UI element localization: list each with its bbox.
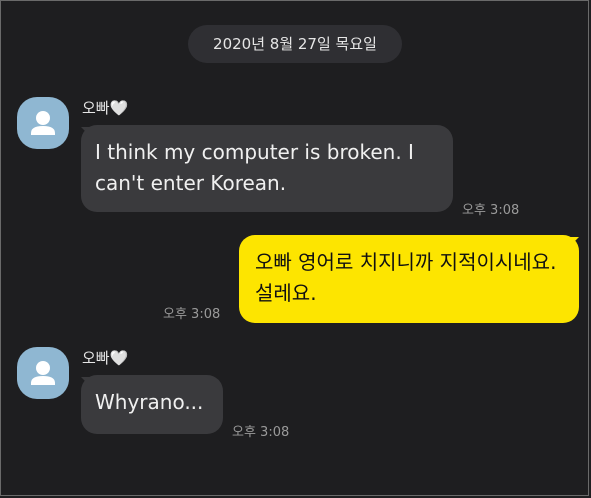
profile-avatar[interactable] xyxy=(17,347,69,399)
message-text: 오빠 영어로 치지니까 지적이시네요. 설레요. xyxy=(255,250,557,305)
message-time: 오후 3:08 xyxy=(232,425,290,440)
message-bubble-incoming[interactable]: Whyrano... xyxy=(81,375,223,434)
message-text: I think my computer is broken. I can't e… xyxy=(95,140,414,195)
sender-name: 오빠🤍 xyxy=(82,99,129,117)
default-profile-icon xyxy=(31,361,55,385)
message-text: Whyrano... xyxy=(95,390,204,414)
chat-window: 2020년 8월 27일 목요일 오빠🤍 I think my computer… xyxy=(0,0,589,496)
default-profile-icon xyxy=(31,111,55,135)
sender-name: 오빠🤍 xyxy=(82,349,129,367)
profile-avatar[interactable] xyxy=(17,97,69,149)
message-time: 오후 3:08 xyxy=(163,307,221,322)
message-bubble-incoming[interactable]: I think my computer is broken. I can't e… xyxy=(81,125,453,212)
date-divider: 2020년 8월 27일 목요일 xyxy=(188,25,402,63)
message-bubble-outgoing[interactable]: 오빠 영어로 치지니까 지적이시네요. 설레요. xyxy=(239,235,579,323)
message-time: 오후 3:08 xyxy=(462,203,520,218)
